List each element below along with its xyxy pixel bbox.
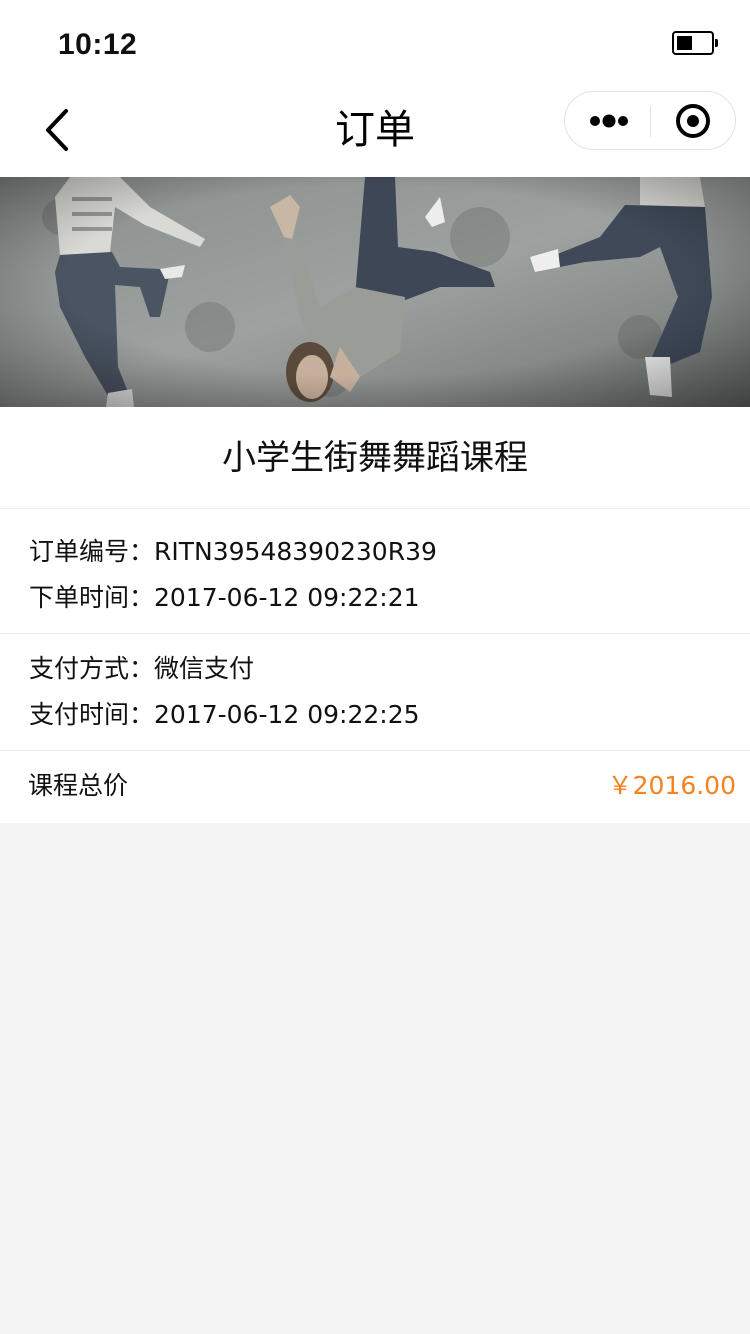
battery-icon [672,31,718,55]
close-mini-program-button[interactable] [667,100,719,142]
total-price-value: ￥2016.00 [607,771,736,800]
payment-time-row: 支付时间：2017-06-12 09:22:25 [29,698,420,732]
order-info-section: 订单编号：RITN39548390230R39 下单时间：2017-06-12 … [0,509,750,633]
payment-method-label: 支付方式： [29,654,155,683]
total-price-label: 课程总价 [28,771,129,800]
target-close-icon [676,104,710,138]
capsule-divider [650,106,651,137]
order-number-value: RITN39548390230R39 [154,537,437,566]
more-button[interactable] [583,100,635,142]
payment-info-section: 支付方式：微信支付 支付时间：2017-06-12 09:22:25 [0,634,750,750]
street-dance-photo [0,177,750,407]
battery-level [677,36,692,50]
order-time-value: 2017-06-12 09:22:21 [154,583,420,612]
course-banner [0,177,750,407]
course-title-section: 小学生街舞舞蹈课程 [0,407,750,508]
nav-bar: 订单 [0,88,750,177]
order-number-row: 订单编号：RITN39548390230R39 [29,535,437,569]
status-bar: 10:12 [0,0,750,88]
status-time: 10:12 [58,28,138,61]
payment-time-value: 2017-06-12 09:22:25 [154,700,420,729]
payment-method-row: 支付方式：微信支付 [29,652,254,686]
more-dots-icon [590,114,628,128]
order-time-row: 下单时间：2017-06-12 09:22:21 [29,581,420,615]
course-title: 小学生街舞舞蹈课程 [222,438,528,478]
mini-program-capsule [564,91,736,150]
payment-time-label: 支付时间： [29,700,155,729]
price-section: 课程总价 ￥2016.00 [0,751,750,823]
payment-method-value: 微信支付 [154,654,255,683]
order-number-label: 订单编号： [29,537,155,566]
order-time-label: 下单时间： [29,583,155,612]
